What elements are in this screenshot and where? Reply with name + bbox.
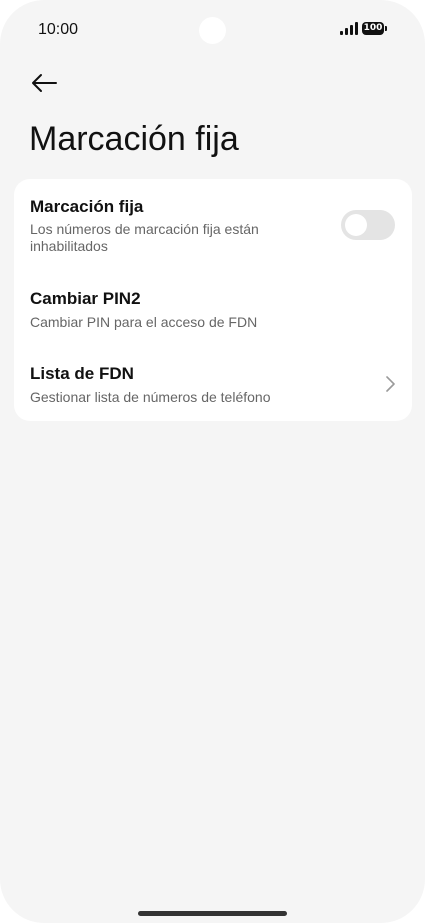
status-bar: 10:00 100 <box>0 0 425 60</box>
back-button[interactable] <box>26 66 62 100</box>
change-pin2-subtitle: Cambiar PIN para el acceso de FDN <box>30 314 258 330</box>
status-time: 10:00 <box>38 21 79 38</box>
change-pin2-title: Cambiar PIN2 <box>30 289 141 308</box>
arrow-left-icon <box>32 74 57 92</box>
fdn-list-subtitle: Gestionar lista de números de teléfono <box>30 389 271 405</box>
fdn-toggle-switch[interactable] <box>341 210 395 240</box>
phone-screen: 10:00 100 Marcación fija Marcación fija … <box>0 0 425 923</box>
fdn-toggle-title: Marcación fija <box>30 197 144 216</box>
chevron-right-icon <box>386 376 395 392</box>
battery-level: 100 <box>363 23 383 33</box>
fdn-toggle-subtitle: Los números de marcación fija están inha… <box>30 221 259 254</box>
fdn-list-row[interactable]: Lista de FDN Gestionar lista de números … <box>14 349 412 419</box>
change-pin2-row[interactable]: Cambiar PIN2 Cambiar PIN para el acceso … <box>14 274 412 339</box>
fdn-toggle-row[interactable]: Marcación fija Los números de marcación … <box>14 179 412 269</box>
battery-icon: 100 <box>362 22 387 35</box>
home-indicator[interactable] <box>138 911 287 916</box>
front-camera <box>199 17 226 44</box>
settings-card: Marcación fija Los números de marcación … <box>14 179 412 421</box>
fdn-list-title: Lista de FDN <box>30 364 134 383</box>
toggle-knob <box>345 214 367 236</box>
signal-bars-icon <box>340 22 358 35</box>
page-title: Marcación fija <box>29 120 239 158</box>
